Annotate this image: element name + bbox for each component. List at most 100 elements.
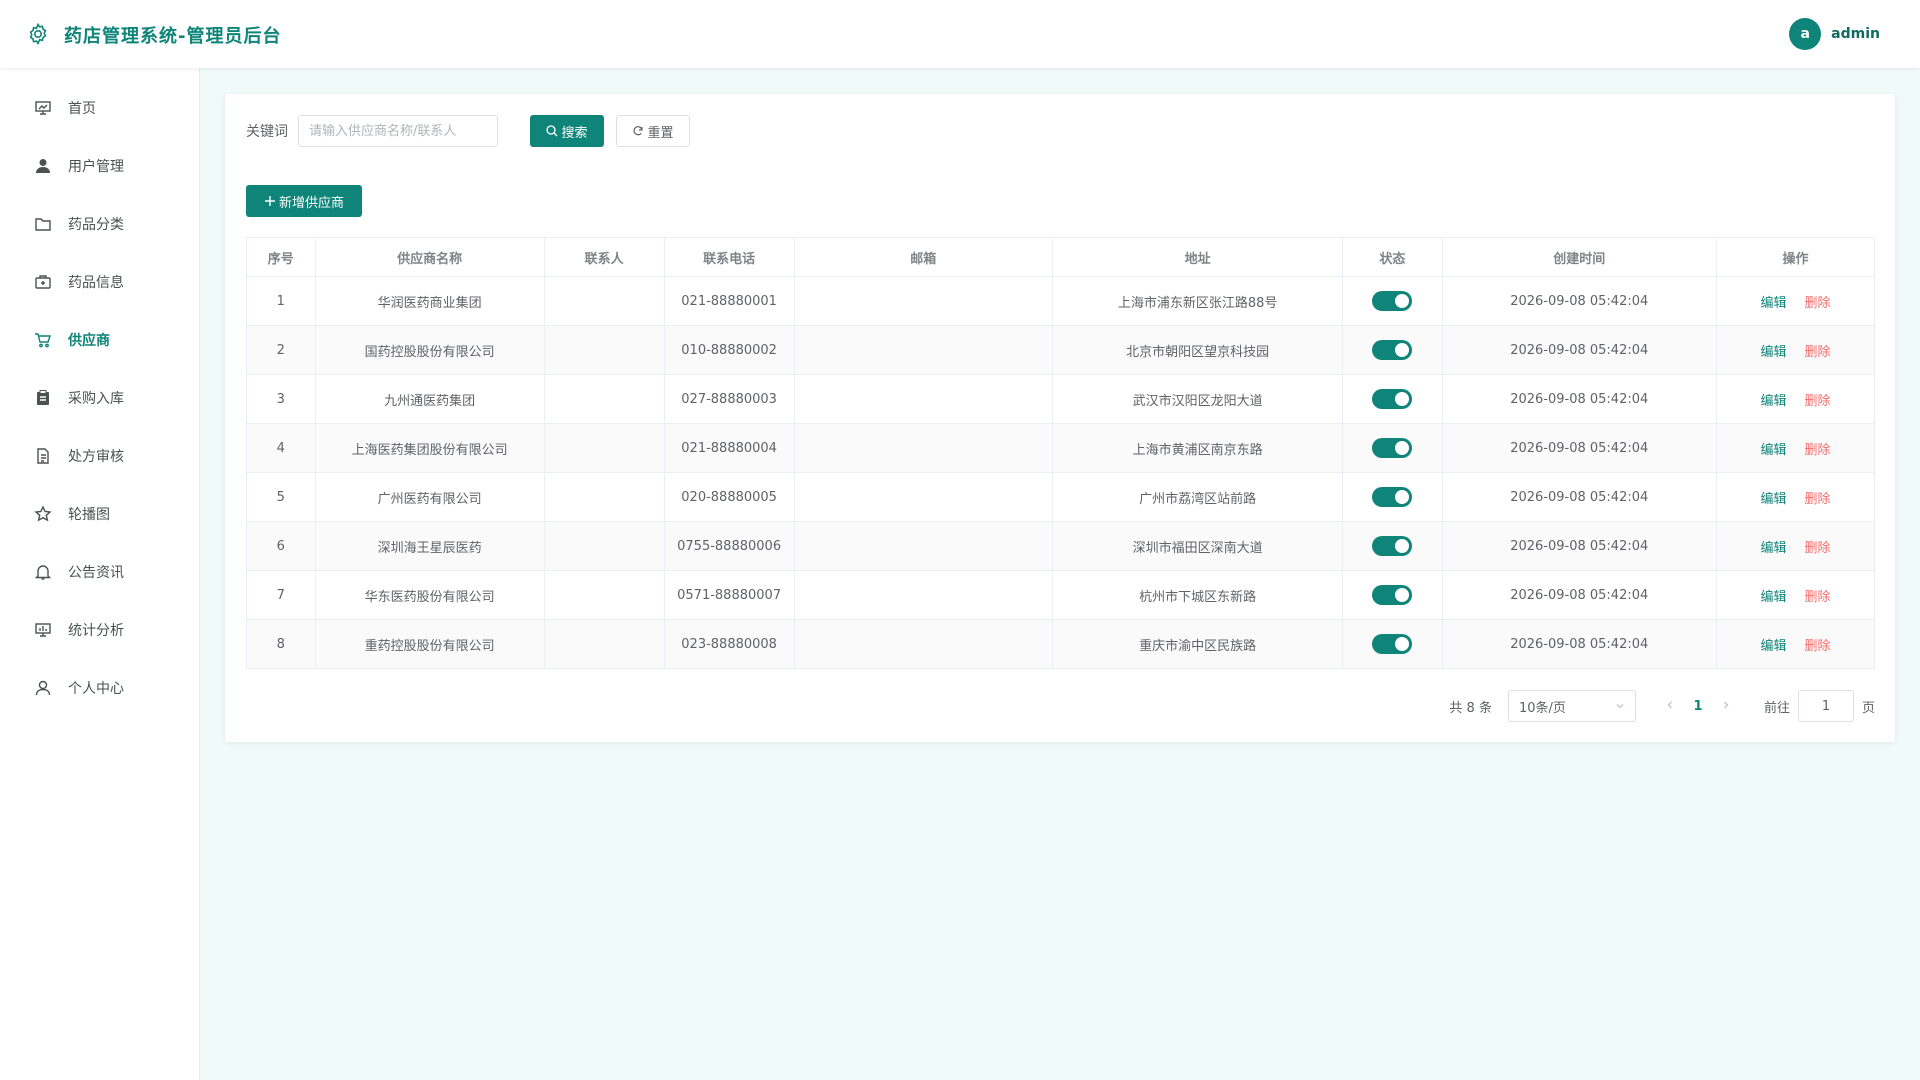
- medicine-box-icon: [34, 273, 52, 291]
- status-toggle[interactable]: [1372, 291, 1413, 311]
- search-button[interactable]: 搜索: [530, 115, 604, 147]
- refresh-icon: [633, 126, 644, 136]
- cell-index: 7: [246, 570, 316, 620]
- delete-link[interactable]: 删除: [1804, 443, 1830, 458]
- cell-address: 武汉市汉阳区龙阳大道: [1052, 374, 1344, 424]
- sidebar-item-suppliers[interactable]: 供应商: [0, 311, 199, 369]
- edit-link[interactable]: 编辑: [1760, 639, 1786, 654]
- bell-icon: [34, 563, 52, 581]
- sidebar-item-carousel[interactable]: 轮播图: [0, 485, 199, 543]
- page-number-current[interactable]: 1: [1684, 699, 1712, 714]
- sidebar: 首页 用户管理 药品分类 药品信息 供应商 采购入库 处方审核 轮播图 公告资讯…: [0, 68, 200, 1080]
- status-toggle[interactable]: [1372, 634, 1413, 654]
- next-page-button[interactable]: [1712, 698, 1740, 714]
- edit-link[interactable]: 编辑: [1760, 296, 1786, 311]
- page-size-select[interactable]: 10条/页: [1507, 690, 1636, 722]
- keyword-label: 关键词: [246, 124, 288, 140]
- sidebar-item-label: 供应商: [68, 333, 110, 349]
- table-row: 3 九州通医药集团 027-88880003 武汉市汉阳区龙阳大道 2026-0…: [246, 374, 1876, 424]
- status-toggle[interactable]: [1372, 389, 1413, 409]
- cell-index: 8: [246, 619, 316, 669]
- cell-created: 2026-09-08 05:42:04: [1441, 570, 1717, 620]
- delete-link[interactable]: 删除: [1804, 394, 1830, 409]
- cell-status: [1342, 570, 1443, 620]
- status-toggle[interactable]: [1372, 340, 1413, 360]
- reset-button[interactable]: 重置: [616, 115, 690, 147]
- keyword-input[interactable]: [298, 115, 498, 147]
- cell-email: [793, 276, 1054, 326]
- goto-page-input[interactable]: [1797, 690, 1854, 722]
- sidebar-item-home[interactable]: 首页: [0, 79, 199, 137]
- delete-link[interactable]: 删除: [1804, 492, 1830, 507]
- star-icon: [34, 505, 52, 523]
- cell-contact: [543, 570, 665, 620]
- sidebar-item-categories[interactable]: 药品分类: [0, 195, 199, 253]
- table-row: 5 广州医药有限公司 020-88880005 广州市荔湾区站前路 2026-0…: [246, 472, 1876, 522]
- cell-name: 华东医药股份有限公司: [314, 570, 545, 620]
- document-icon: [34, 447, 52, 465]
- sidebar-item-prescriptions[interactable]: 处方审核: [0, 427, 199, 485]
- sidebar-item-label: 公告资讯: [68, 565, 124, 581]
- edit-link[interactable]: 编辑: [1760, 590, 1786, 605]
- chevron-down-icon: [1616, 704, 1624, 709]
- username[interactable]: admin: [1831, 26, 1880, 42]
- cell-name: 广州医药有限公司: [314, 472, 545, 522]
- cell-index: 4: [246, 423, 316, 473]
- add-supplier-button[interactable]: 新增供应商: [246, 185, 362, 217]
- edit-link[interactable]: 编辑: [1760, 394, 1786, 409]
- sidebar-item-label: 个人中心: [68, 681, 124, 697]
- sidebar-item-purchase[interactable]: 采购入库: [0, 369, 199, 427]
- sidebar-item-statistics[interactable]: 统计分析: [0, 601, 199, 659]
- user-menu[interactable]: a admin: [1789, 18, 1880, 50]
- status-toggle[interactable]: [1372, 487, 1413, 507]
- cell-address: 广州市荔湾区站前路: [1052, 472, 1344, 522]
- delete-link[interactable]: 删除: [1804, 639, 1830, 654]
- prev-page-button[interactable]: [1656, 698, 1684, 714]
- cell-status: [1342, 619, 1443, 669]
- supplier-card: 关键词 搜索 重置 新增供应商 序号 供应商名称 联系人 联系电话 邮箱 地址: [225, 94, 1895, 742]
- status-toggle[interactable]: [1372, 438, 1413, 458]
- status-toggle[interactable]: [1372, 585, 1413, 605]
- sidebar-item-announcements[interactable]: 公告资讯: [0, 543, 199, 601]
- column-header: 邮箱: [793, 237, 1054, 277]
- column-header: 序号: [246, 237, 316, 277]
- edit-link[interactable]: 编辑: [1760, 443, 1786, 458]
- cell-address: 上海市浦东新区张江路88号: [1052, 276, 1344, 326]
- sidebar-item-label: 用户管理: [68, 159, 124, 175]
- cell-created: 2026-09-08 05:42:04: [1441, 276, 1717, 326]
- edit-link[interactable]: 编辑: [1760, 345, 1786, 360]
- cell-address: 重庆市渝中区民族路: [1052, 619, 1344, 669]
- delete-link[interactable]: 删除: [1804, 345, 1830, 360]
- plus-icon: [264, 196, 275, 206]
- edit-link[interactable]: 编辑: [1760, 492, 1786, 507]
- cell-address: 北京市朝阳区望京科技园: [1052, 325, 1344, 375]
- sidebar-item-label: 首页: [68, 101, 96, 117]
- cell-created: 2026-09-08 05:42:04: [1441, 521, 1717, 571]
- app-title: 药店管理系统-管理员后台: [64, 26, 282, 47]
- edit-link[interactable]: 编辑: [1760, 541, 1786, 556]
- pagination: 共 8 条 10条/页 1 前往 页: [1449, 690, 1875, 722]
- table-header-row: 序号 供应商名称 联系人 联系电话 邮箱 地址 状态 创建时间 操作: [246, 237, 1876, 277]
- sidebar-item-medicines[interactable]: 药品信息: [0, 253, 199, 311]
- cell-email: [793, 374, 1054, 424]
- search-icon: [546, 125, 558, 137]
- cell-index: 2: [246, 325, 316, 375]
- column-header: 联系电话: [663, 237, 795, 277]
- goto-label: 前往: [1763, 700, 1790, 716]
- cell-contact: [543, 472, 665, 522]
- cell-email: [793, 521, 1054, 571]
- avatar[interactable]: a: [1789, 18, 1822, 50]
- sidebar-item-label: 统计分析: [68, 623, 124, 639]
- delete-link[interactable]: 删除: [1804, 296, 1830, 311]
- status-toggle[interactable]: [1372, 536, 1413, 556]
- column-header: 创建时间: [1441, 237, 1717, 277]
- delete-link[interactable]: 删除: [1804, 541, 1830, 556]
- sidebar-item-profile[interactable]: 个人中心: [0, 659, 199, 717]
- user-filled-icon: [34, 157, 52, 175]
- cell-name: 深圳海王星辰医药: [314, 521, 545, 571]
- delete-link[interactable]: 删除: [1804, 590, 1830, 605]
- cell-phone: 010-88880002: [663, 325, 795, 375]
- column-header: 操作: [1715, 237, 1876, 277]
- column-header: 联系人: [543, 237, 665, 277]
- sidebar-item-users[interactable]: 用户管理: [0, 137, 199, 195]
